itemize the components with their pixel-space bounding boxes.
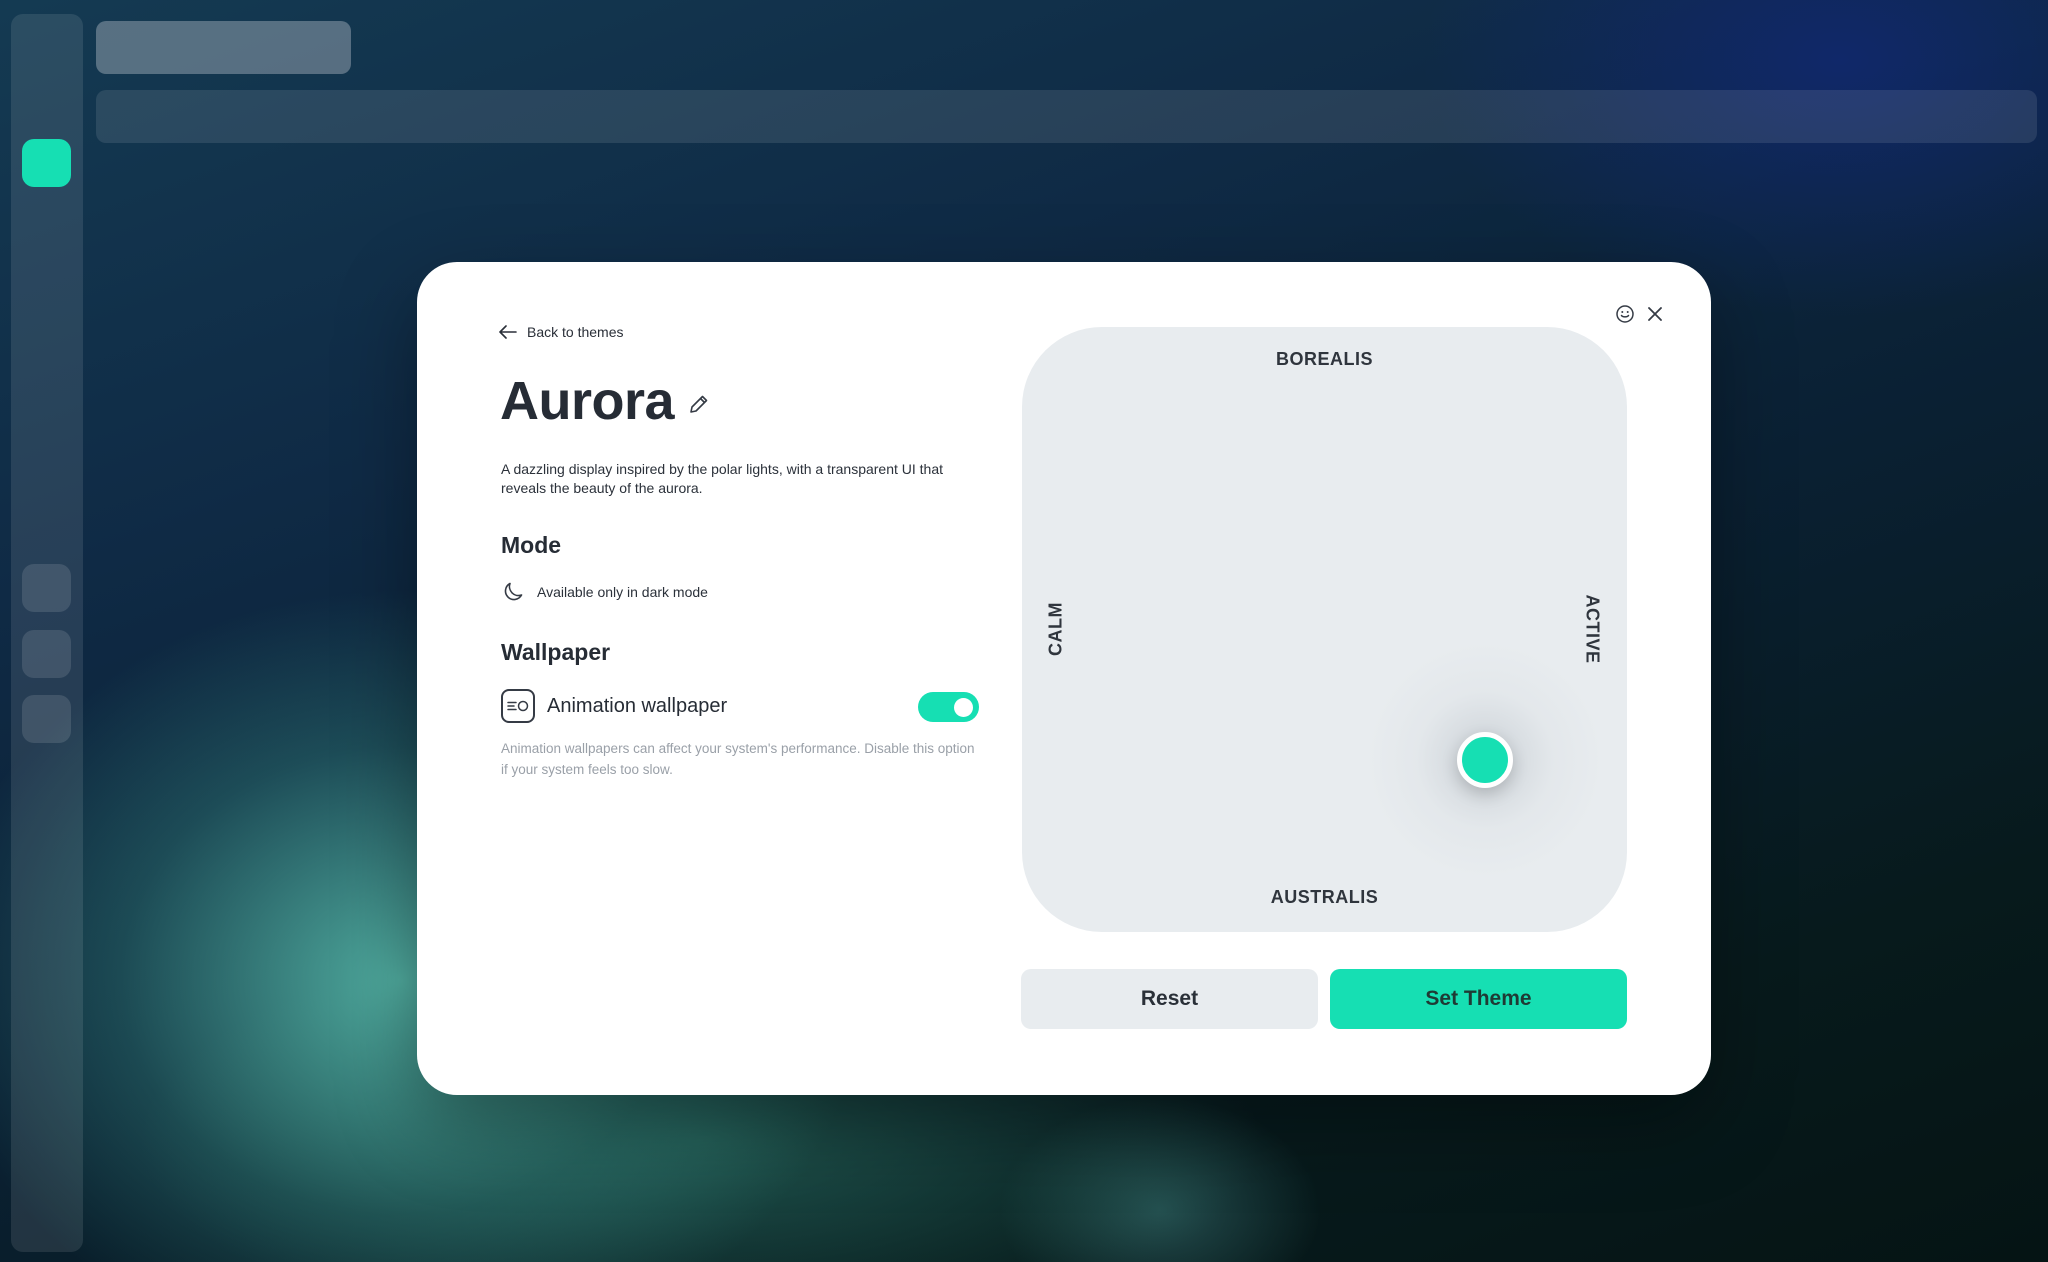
set-theme-button[interactable]: Set Theme	[1330, 969, 1627, 1029]
mode-text: Available only in dark mode	[537, 584, 708, 600]
sidebar-item[interactable]	[22, 630, 71, 678]
topbar-toolbar-placeholder	[96, 90, 2037, 143]
animation-wallpaper-icon	[501, 689, 535, 723]
pad-label-australis: AUSTRALIS	[1270, 887, 1379, 907]
animation-wallpaper-toggle[interactable]	[918, 692, 979, 722]
animation-wallpaper-row: Animation wallpaper	[501, 688, 979, 724]
title-row: Aurora	[500, 374, 710, 428]
pad-label-active: ACTIVE	[1582, 594, 1603, 664]
smiley-icon[interactable]	[1615, 304, 1635, 324]
sidebar-item-active[interactable]	[22, 139, 71, 187]
pencil-icon[interactable]	[688, 393, 710, 415]
pad-label-calm: CALM	[1045, 602, 1066, 656]
topbar-title-placeholder	[96, 21, 351, 74]
theme-dialog: Back to themes Aurora A dazzling display…	[417, 262, 1711, 1095]
arrow-left-icon	[499, 325, 517, 339]
moon-icon	[504, 582, 523, 601]
sidebar-item[interactable]	[22, 695, 71, 743]
mode-heading: Mode	[501, 532, 562, 558]
pad-label-borealis: BOREALIS	[1275, 349, 1373, 369]
theme-description: A dazzling display inspired by the polar…	[501, 461, 944, 496]
back-link-label: Back to themes	[527, 324, 624, 340]
pad-handle[interactable]	[1457, 732, 1513, 788]
dialog-top-icons	[1615, 304, 1665, 324]
close-icon[interactable]	[1645, 304, 1665, 324]
back-to-themes-link[interactable]: Back to themes	[499, 324, 624, 340]
toggle-knob	[954, 698, 973, 717]
app-sidebar	[11, 14, 83, 1252]
wallpaper-heading: Wallpaper	[501, 639, 611, 665]
animation-wallpaper-note: Animation wallpapers can affect your sys…	[501, 741, 975, 777]
reset-button[interactable]: Reset	[1021, 969, 1318, 1029]
animation-wallpaper-label: Animation wallpaper	[547, 694, 728, 717]
theme-title: Aurora	[500, 371, 675, 431]
mode-info: Available only in dark mode	[501, 580, 708, 604]
aurora-mood-pad[interactable]: BOREALIS AUSTRALIS CALM ACTIVE	[1022, 327, 1627, 932]
sidebar-item[interactable]	[22, 564, 71, 612]
